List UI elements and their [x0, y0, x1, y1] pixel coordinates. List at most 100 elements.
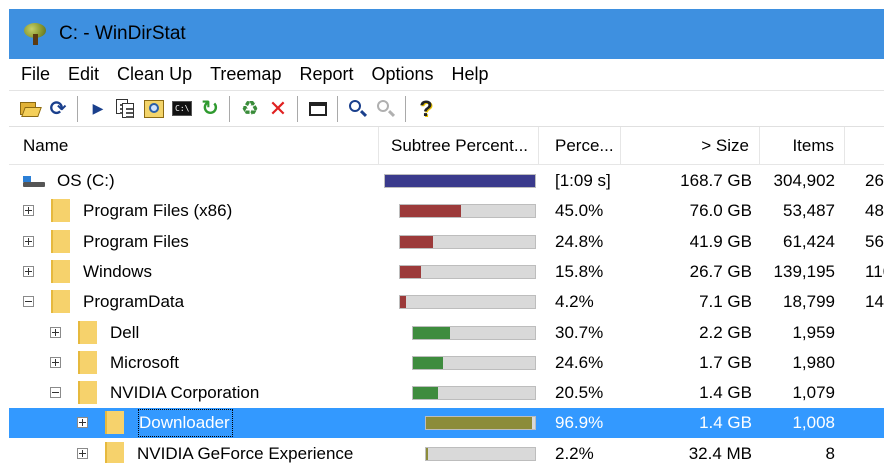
items-cell: 18,799 — [783, 292, 835, 312]
table-row[interactable]: NVIDIA GeForce Experience 2.2% 32.4 MB 8 — [9, 439, 884, 463]
expand-icon[interactable] — [23, 265, 34, 277]
subtree-percent-bar — [412, 355, 536, 370]
subtree-percent-fill — [426, 417, 532, 430]
row-name: Program Files — [83, 231, 189, 251]
table-row[interactable]: Program Files 24.8% 41.9 GB 61,424 56 — [9, 227, 884, 257]
menu-file[interactable]: File — [21, 64, 50, 85]
toolbar-separator — [229, 95, 230, 122]
name-cell: Program Files (x86) — [9, 196, 379, 226]
collapse-icon[interactable] — [50, 387, 61, 399]
open-folder-icon[interactable] — [17, 96, 43, 122]
subtree-percent-fill — [400, 265, 421, 278]
copy-icon[interactable] — [113, 96, 139, 122]
items-cell: 139,195 — [773, 261, 835, 281]
files-cell — [865, 408, 884, 438]
help-icon[interactable]: ? — [413, 96, 439, 122]
subtree-percent-bar — [425, 446, 536, 461]
expand-icon[interactable] — [50, 356, 61, 368]
refresh-selected-icon[interactable]: ↻ — [197, 96, 223, 122]
items-cell: 1,079 — [792, 383, 835, 403]
files-cell — [865, 378, 884, 408]
row-name: NVIDIA Corporation — [110, 383, 260, 403]
menu-options[interactable]: Options — [371, 64, 433, 85]
column-header: Name Subtree Percent... Perce... > Size … — [9, 127, 884, 165]
toolbar-separator — [297, 95, 298, 122]
command-prompt-icon[interactable]: C:\ — [169, 96, 195, 122]
items-cell: 1,980 — [792, 352, 835, 372]
properties-icon[interactable] — [305, 96, 331, 122]
row-name: ProgramData — [83, 292, 185, 312]
table-row[interactable]: Program Files (x86) 45.0% 76.0 GB 53,487 48 — [9, 196, 884, 226]
items-cell: 61,424 — [783, 231, 835, 251]
table-row[interactable]: NVIDIA Corporation 20.5% 1.4 GB 1,079 — [9, 378, 884, 408]
table-row[interactable]: OS (C:)[1:09 s]168.7 GB304,902261 — [9, 166, 884, 196]
menu-treemap[interactable]: Treemap — [210, 64, 281, 85]
table-row[interactable]: Downloader 96.9% 1.4 GB 1,008 — [9, 408, 884, 439]
column-header-name[interactable]: Name — [9, 127, 379, 165]
size-cell: 1.7 GB — [699, 352, 752, 372]
play-icon[interactable]: ▶ — [85, 96, 111, 122]
windirstat-tree-icon — [23, 22, 47, 46]
folder-icon — [78, 350, 97, 374]
subtree-percent-fill — [400, 296, 406, 309]
column-header-files[interactable] — [845, 127, 884, 165]
recycle-bin-icon[interactable]: ♻ — [237, 96, 263, 122]
folder-icon — [51, 259, 70, 283]
items-cell: 53,487 — [783, 201, 835, 221]
name-cell: NVIDIA GeForce Experience — [9, 439, 379, 463]
explorer-icon[interactable] — [141, 96, 167, 122]
menu-report[interactable]: Report — [299, 64, 353, 85]
folder-icon — [78, 320, 97, 344]
menu-edit[interactable]: Edit — [68, 64, 99, 85]
subtree-percent-bar — [399, 234, 536, 249]
table-row[interactable]: Windows15.8%26.7 GB139,195116 — [9, 257, 884, 287]
subtree-percent-bar — [399, 264, 536, 279]
folder-icon — [105, 411, 124, 435]
expand-icon[interactable] — [77, 417, 88, 429]
delete-icon[interactable]: ✕ — [265, 96, 291, 122]
column-header-subtree-percent[interactable]: Subtree Percent... — [379, 127, 539, 165]
row-name: NVIDIA GeForce Experience — [137, 443, 354, 463]
size-cell: 41.9 GB — [689, 231, 752, 251]
table-row[interactable]: Microsoft 24.6% 1.7 GB 1,980 — [9, 348, 884, 378]
collapse-icon[interactable] — [23, 296, 34, 308]
name-cell: ProgramData — [9, 287, 379, 317]
table-row[interactable]: Dell 30.7% 2.2 GB 1,959 — [9, 318, 884, 348]
menu-clean-up[interactable]: Clean Up — [117, 64, 192, 85]
size-cell: 32.4 MB — [688, 443, 752, 463]
files-cell — [865, 318, 884, 348]
toolbar: ⟳ ▶ C:\ ↻ ♻ ✕ ? — [9, 90, 884, 126]
table-row[interactable]: ProgramData 4.2% 7.1 GB 18,799 14 — [9, 287, 884, 317]
expand-icon[interactable] — [23, 235, 34, 247]
items-cell: 8 — [825, 443, 835, 463]
subtree-percent-fill — [426, 447, 428, 460]
size-cell: 76.0 GB — [689, 201, 752, 221]
row-name: Dell — [110, 322, 140, 342]
row-name: OS (C:) — [57, 171, 115, 190]
refresh-icon[interactable]: ⟳ — [45, 96, 71, 122]
folder-icon — [51, 199, 70, 223]
subtree-percent-fill — [385, 175, 535, 187]
name-cell: Windows — [9, 257, 379, 287]
zoom-out-icon[interactable] — [373, 96, 399, 122]
zoom-in-icon[interactable] — [345, 96, 371, 122]
expand-icon[interactable] — [50, 326, 61, 338]
column-header-items[interactable]: Items — [760, 127, 845, 165]
files-cell — [865, 439, 884, 463]
name-cell: Downloader — [9, 408, 379, 438]
subtree-percent-fill — [413, 356, 443, 369]
column-header-percentage[interactable]: Perce... — [539, 127, 621, 165]
size-cell: 26.7 GB — [689, 261, 752, 281]
name-cell: Program Files — [9, 227, 379, 257]
expand-icon[interactable] — [77, 447, 88, 459]
name-cell: NVIDIA Corporation — [9, 378, 379, 408]
subtree-percent-bar — [412, 325, 536, 340]
menu-help[interactable]: Help — [452, 64, 489, 85]
row-name: Program Files (x86) — [83, 201, 233, 221]
column-header-size[interactable]: > Size — [621, 127, 760, 165]
expand-icon[interactable] — [23, 205, 34, 217]
folder-icon — [78, 381, 97, 405]
name-cell: Dell — [9, 318, 379, 348]
files-cell — [865, 348, 884, 378]
drive-icon — [23, 176, 45, 188]
